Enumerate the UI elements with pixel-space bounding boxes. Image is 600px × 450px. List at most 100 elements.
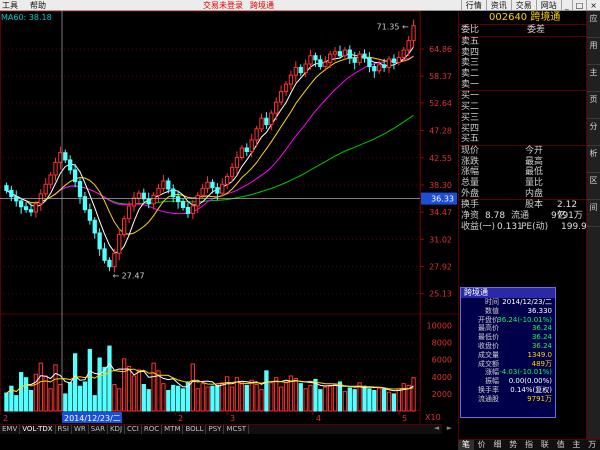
buy-level[interactable]: 买四: [459, 124, 586, 135]
volume-bars: [4, 345, 416, 412]
bottom-tab[interactable]: 笔: [458, 440, 474, 450]
volume-bar: [117, 388, 122, 412]
strip-item[interactable]: 用: [587, 38, 600, 65]
bottom-tab[interactable]: 主: [568, 440, 584, 450]
strip-item[interactable]: 页: [587, 92, 600, 119]
volume-bar: [249, 379, 254, 412]
current-price-tag: 36.33: [431, 195, 454, 204]
order-ratio-row: 委比 委差: [459, 25, 586, 36]
bottom-tab[interactable]: 万: [584, 440, 600, 450]
scroll-left-icon[interactable]: ◄: [430, 424, 443, 434]
stock-connect-link[interactable]: 跨境通: [250, 0, 274, 11]
strip-item[interactable]: 应: [587, 11, 600, 38]
sell-level[interactable]: 卖二: [459, 69, 586, 80]
popup-value: -4.03(-10.01%): [499, 368, 552, 377]
close-button[interactable]: ×: [586, 0, 600, 11]
buy-level[interactable]: 买五: [459, 134, 586, 145]
bottom-tab[interactable]: 价: [474, 440, 490, 450]
popup-row: 成交量 1349.0: [461, 351, 555, 360]
candle-body: [9, 189, 14, 198]
strip-item[interactable]: 区: [587, 173, 600, 200]
sell-level[interactable]: 卖一: [459, 80, 586, 91]
indicator-tab[interactable]: WR: [72, 425, 89, 434]
stock-name: 跨境通: [530, 12, 561, 23]
volume-unit-label: X10: [425, 413, 441, 422]
sell-level[interactable]: 卖五: [459, 37, 586, 48]
popup-value: 36.330: [527, 306, 553, 315]
stat-row: 收益(一) 0.131 PE(动) 199.9: [461, 222, 587, 233]
kline-chart[interactable]: 64.86 58.37 52.64 47.28 42.55 38.30 34.47 31.02…: [0, 11, 458, 424]
popup-row: 流通股 9791万: [461, 395, 555, 404]
candle-body: [342, 49, 348, 57]
candle-body: [215, 187, 220, 194]
bottom-tab[interactable]: 势: [505, 440, 521, 450]
popup-title[interactable]: 跨境通: [461, 288, 555, 298]
candle-body: [151, 194, 156, 205]
indicator-tab[interactable]: BOLL: [183, 425, 207, 434]
volume-bar: [401, 383, 406, 412]
candle-body: [362, 53, 367, 59]
volume-bar: [303, 388, 308, 412]
candle-body: [278, 91, 284, 103]
indicator-tab[interactable]: MTM: [162, 425, 184, 434]
volume-bar: [239, 381, 245, 412]
candle-info-popup[interactable]: 跨境通 时间 2014/12/23/二 数值 36.330 开盘价 36.24(-10.0…: [460, 287, 556, 418]
scroll-right-icon[interactable]: ►: [443, 424, 456, 434]
indicator-tab[interactable]: VOL-TDX: [20, 425, 56, 434]
sell-level[interactable]: 卖四: [459, 48, 586, 59]
indicator-tab[interactable]: ROC: [142, 425, 163, 434]
strip-item[interactable]: 主: [587, 65, 600, 92]
buy-level[interactable]: 买二: [459, 102, 586, 113]
volume-bar: [72, 353, 78, 412]
buy-level[interactable]: 买三: [459, 113, 586, 124]
candle-body: [381, 64, 387, 68]
strip-item[interactable]: 析: [587, 146, 600, 173]
tab-trade[interactable]: 交易: [510, 0, 536, 11]
tab-news[interactable]: 资讯: [485, 0, 511, 11]
bottom-tab[interactable]: 值: [553, 440, 569, 450]
strip-item[interactable]: 分: [587, 119, 600, 146]
candle-body: [293, 66, 298, 76]
volume-bar: [156, 370, 161, 412]
indicator-tab[interactable]: CCI: [125, 425, 142, 434]
volume-bar: [411, 377, 416, 412]
bottom-tab[interactable]: 联: [537, 440, 553, 450]
tab-website[interactable]: 网站: [535, 0, 561, 11]
popup-key: 换手率: [478, 385, 499, 394]
indicator-tab[interactable]: PSY: [206, 425, 225, 434]
price-tick-label: 25.13: [429, 290, 452, 299]
minimize-button[interactable]: _: [560, 0, 572, 11]
date-marker-label: 2: [3, 414, 8, 423]
candle-body: [205, 181, 210, 189]
sell-level[interactable]: 卖三: [459, 58, 586, 69]
volume-bar: [58, 384, 63, 412]
popup-row: 换手率 0.14%(复权): [461, 386, 555, 395]
candle-body: [396, 56, 401, 63]
popup-value: 36.24: [531, 341, 552, 350]
candle-body: [58, 152, 63, 163]
candle-body: [190, 205, 195, 214]
candle-body: [313, 55, 318, 61]
indicator-tab[interactable]: MCST: [224, 425, 250, 434]
indicator-tab[interactable]: KDJ: [108, 425, 126, 434]
bottom-tab[interactable]: 指: [521, 440, 537, 450]
indicator-tab[interactable]: RSI: [56, 425, 72, 434]
popup-row: 涨幅 -4.03(-10.01%): [461, 368, 555, 377]
menu-help[interactable]: 帮助: [30, 0, 46, 11]
strip-item[interactable]: 间: [587, 200, 600, 227]
candle-body: [28, 209, 34, 213]
volume-bar: [377, 387, 382, 412]
trade-login-status[interactable]: 交易未登录: [203, 0, 243, 11]
menu-tools[interactable]: 工具: [2, 0, 18, 11]
buy-level[interactable]: 买一: [459, 91, 586, 102]
bottom-tab[interactable]: 细: [490, 440, 506, 450]
volume-bar: [298, 383, 303, 412]
indicator-tab[interactable]: SAR: [89, 425, 108, 434]
candle-body: [117, 234, 122, 254]
tab-market[interactable]: 行情: [460, 0, 486, 11]
maximize-button[interactable]: □: [571, 0, 587, 11]
volume-tick-label: 10000: [427, 322, 452, 331]
candle-body: [102, 248, 107, 261]
indicator-tab[interactable]: EMV: [0, 425, 21, 434]
volume-bar: [293, 378, 298, 412]
